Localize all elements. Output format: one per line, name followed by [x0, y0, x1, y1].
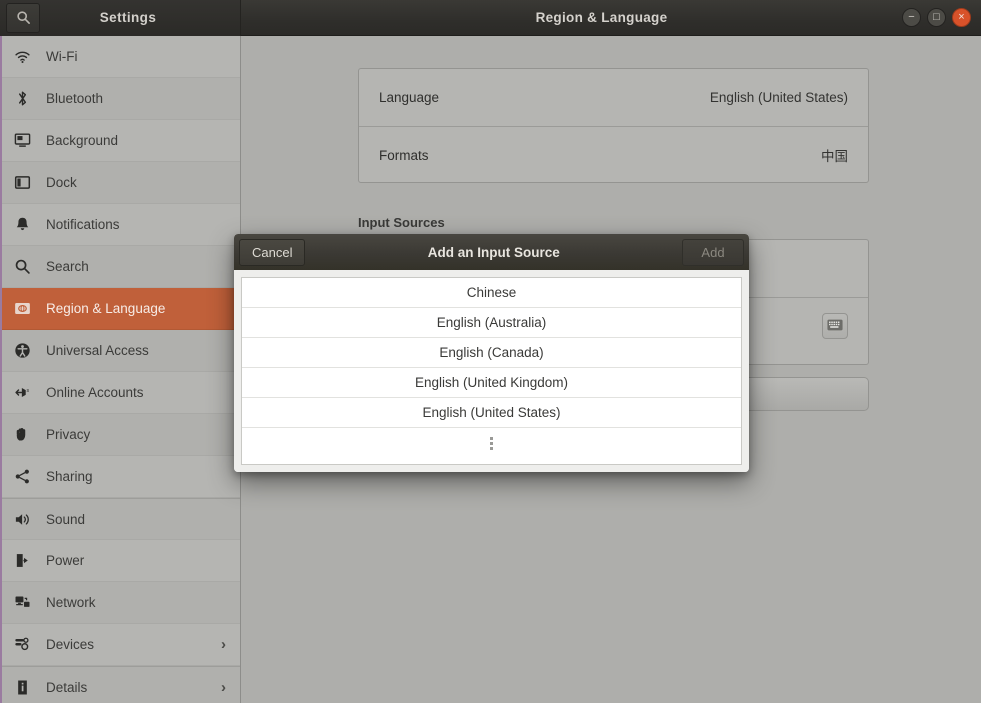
page-title: Region & Language	[535, 10, 668, 25]
input-sources-title: Input Sources	[358, 215, 445, 230]
sidebar-item-label: Dock	[46, 175, 77, 190]
language-row[interactable]: Language English (United States)	[359, 69, 868, 126]
search-icon	[16, 10, 31, 25]
list-item[interactable]: English (United States)	[242, 398, 741, 428]
sidebar-item-label: Details	[46, 679, 88, 695]
sidebar-item-region-language[interactable]: Region & Language	[2, 288, 240, 330]
sidebar-item-bluetooth[interactable]: Bluetooth	[2, 78, 240, 120]
sidebar[interactable]: Wi-Fi Bluetooth Background Dock Notification…	[0, 36, 241, 703]
keyboard-icon	[827, 319, 843, 334]
sidebar-item-universal-access[interactable]: Universal Access	[2, 330, 240, 372]
sidebar-header: Settings	[0, 0, 241, 36]
sidebar-item-dock[interactable]: Dock	[2, 162, 240, 204]
list-item[interactable]: Chinese	[242, 278, 741, 308]
list-item[interactable]: English (Australia)	[242, 308, 741, 338]
search-button[interactable]	[6, 2, 40, 33]
network-icon	[14, 593, 40, 613]
sidebar-item-label: Network	[46, 595, 96, 610]
sidebar-item-details[interactable]: Details ›	[2, 666, 240, 703]
sidebar-item-network[interactable]: Network	[2, 582, 240, 624]
sidebar-item-background[interactable]: Background	[2, 120, 240, 162]
window-controls: − □ ×	[902, 8, 981, 27]
sidebar-item-label: Wi-Fi	[46, 49, 78, 64]
sidebar-item-search[interactable]: Search	[2, 246, 240, 288]
close-button[interactable]: ×	[952, 8, 971, 27]
svg-text:s: s	[26, 388, 29, 394]
sidebar-item-label: Search	[46, 259, 89, 274]
sidebar-item-label: Universal Access	[46, 343, 149, 358]
sidebar-item-label: Online Accounts	[46, 385, 144, 400]
background-icon	[14, 131, 40, 151]
close-icon: ×	[958, 11, 965, 23]
list-item[interactable]: English (Canada)	[242, 338, 741, 368]
add-input-source-dialog: Cancel Add an Input Source Add Chinese En…	[234, 234, 749, 472]
dialog-header: Cancel Add an Input Source Add	[234, 234, 749, 270]
sidebar-item-label: Sound	[46, 511, 86, 527]
language-value: English (United States)	[709, 90, 848, 105]
power-icon	[14, 551, 40, 571]
formats-row[interactable]: Formats 中国	[359, 126, 868, 183]
wifi-icon	[14, 47, 40, 67]
sidebar-item-privacy[interactable]: Privacy	[2, 414, 240, 456]
more-options-row[interactable]	[242, 428, 741, 458]
dialog-title: Add an Input Source	[427, 244, 560, 260]
sidebar-item-devices[interactable]: Devices ›	[2, 624, 240, 666]
list-item[interactable]: English (United Kingdom)	[242, 368, 741, 398]
search-icon	[14, 257, 40, 277]
title-bar: Settings Region & Language − □ ×	[0, 0, 981, 36]
chevron-right-icon: ›	[221, 678, 226, 696]
minimize-icon: −	[908, 11, 915, 23]
sidebar-item-label: Privacy	[46, 427, 91, 442]
online-accounts-icon: s	[14, 383, 40, 403]
chevron-right-icon: ›	[221, 636, 226, 653]
cancel-button[interactable]: Cancel	[239, 238, 306, 266]
maximize-icon: □	[933, 11, 940, 23]
minimize-button[interactable]: −	[902, 8, 921, 27]
hand-icon	[14, 425, 40, 445]
accessibility-icon	[14, 341, 40, 361]
sidebar-item-label: Bluetooth	[46, 91, 104, 106]
sidebar-item-sound[interactable]: Sound	[2, 498, 240, 540]
window-header: Region & Language − □ ×	[241, 0, 981, 36]
dock-icon	[14, 173, 40, 193]
sidebar-item-notifications[interactable]: Notifications	[2, 204, 240, 246]
sidebar-item-sharing[interactable]: Sharing	[2, 456, 240, 498]
share-icon	[14, 467, 40, 487]
language-label: Language	[379, 90, 440, 105]
keyboard-layout-button[interactable]	[822, 313, 848, 339]
info-icon	[14, 677, 40, 697]
maximize-button[interactable]: □	[927, 8, 946, 27]
sidebar-item-label: Sharing	[46, 469, 93, 484]
sidebar-item-wi-fi[interactable]: Wi-Fi	[2, 36, 240, 78]
devices-icon	[14, 635, 40, 655]
sidebar-item-label: Devices	[46, 637, 95, 652]
language-formats-card: Language English (United States) Formats…	[358, 68, 869, 183]
formats-value: 中国	[821, 149, 848, 164]
region-language-icon	[14, 299, 40, 319]
formats-label: Formats	[379, 147, 429, 163]
add-button[interactable]: Add	[682, 238, 744, 266]
input-source-option-list[interactable]: Chinese English (Australia) English (Canad…	[241, 277, 742, 465]
sidebar-item-label: Region & Language	[46, 301, 166, 316]
speaker-icon	[14, 509, 40, 529]
sidebar-item-power[interactable]: Power	[2, 540, 240, 582]
settings-label: Settings	[99, 10, 157, 25]
bluetooth-icon	[14, 89, 40, 109]
bell-icon	[14, 215, 40, 235]
dialog-body: Chinese English (Australia) English (Canad…	[234, 270, 749, 472]
sidebar-item-label: Notifications	[46, 217, 120, 232]
sidebar-item-label: Background	[46, 133, 119, 148]
settings-window: Settings Region & Language − □ × Wi-Fi Bl…	[0, 0, 981, 703]
more-options-dots-icon	[490, 436, 493, 450]
sidebar-item-label: Power	[46, 553, 85, 568]
sidebar-item-online-accounts[interactable]: s Online Accounts	[2, 372, 240, 414]
